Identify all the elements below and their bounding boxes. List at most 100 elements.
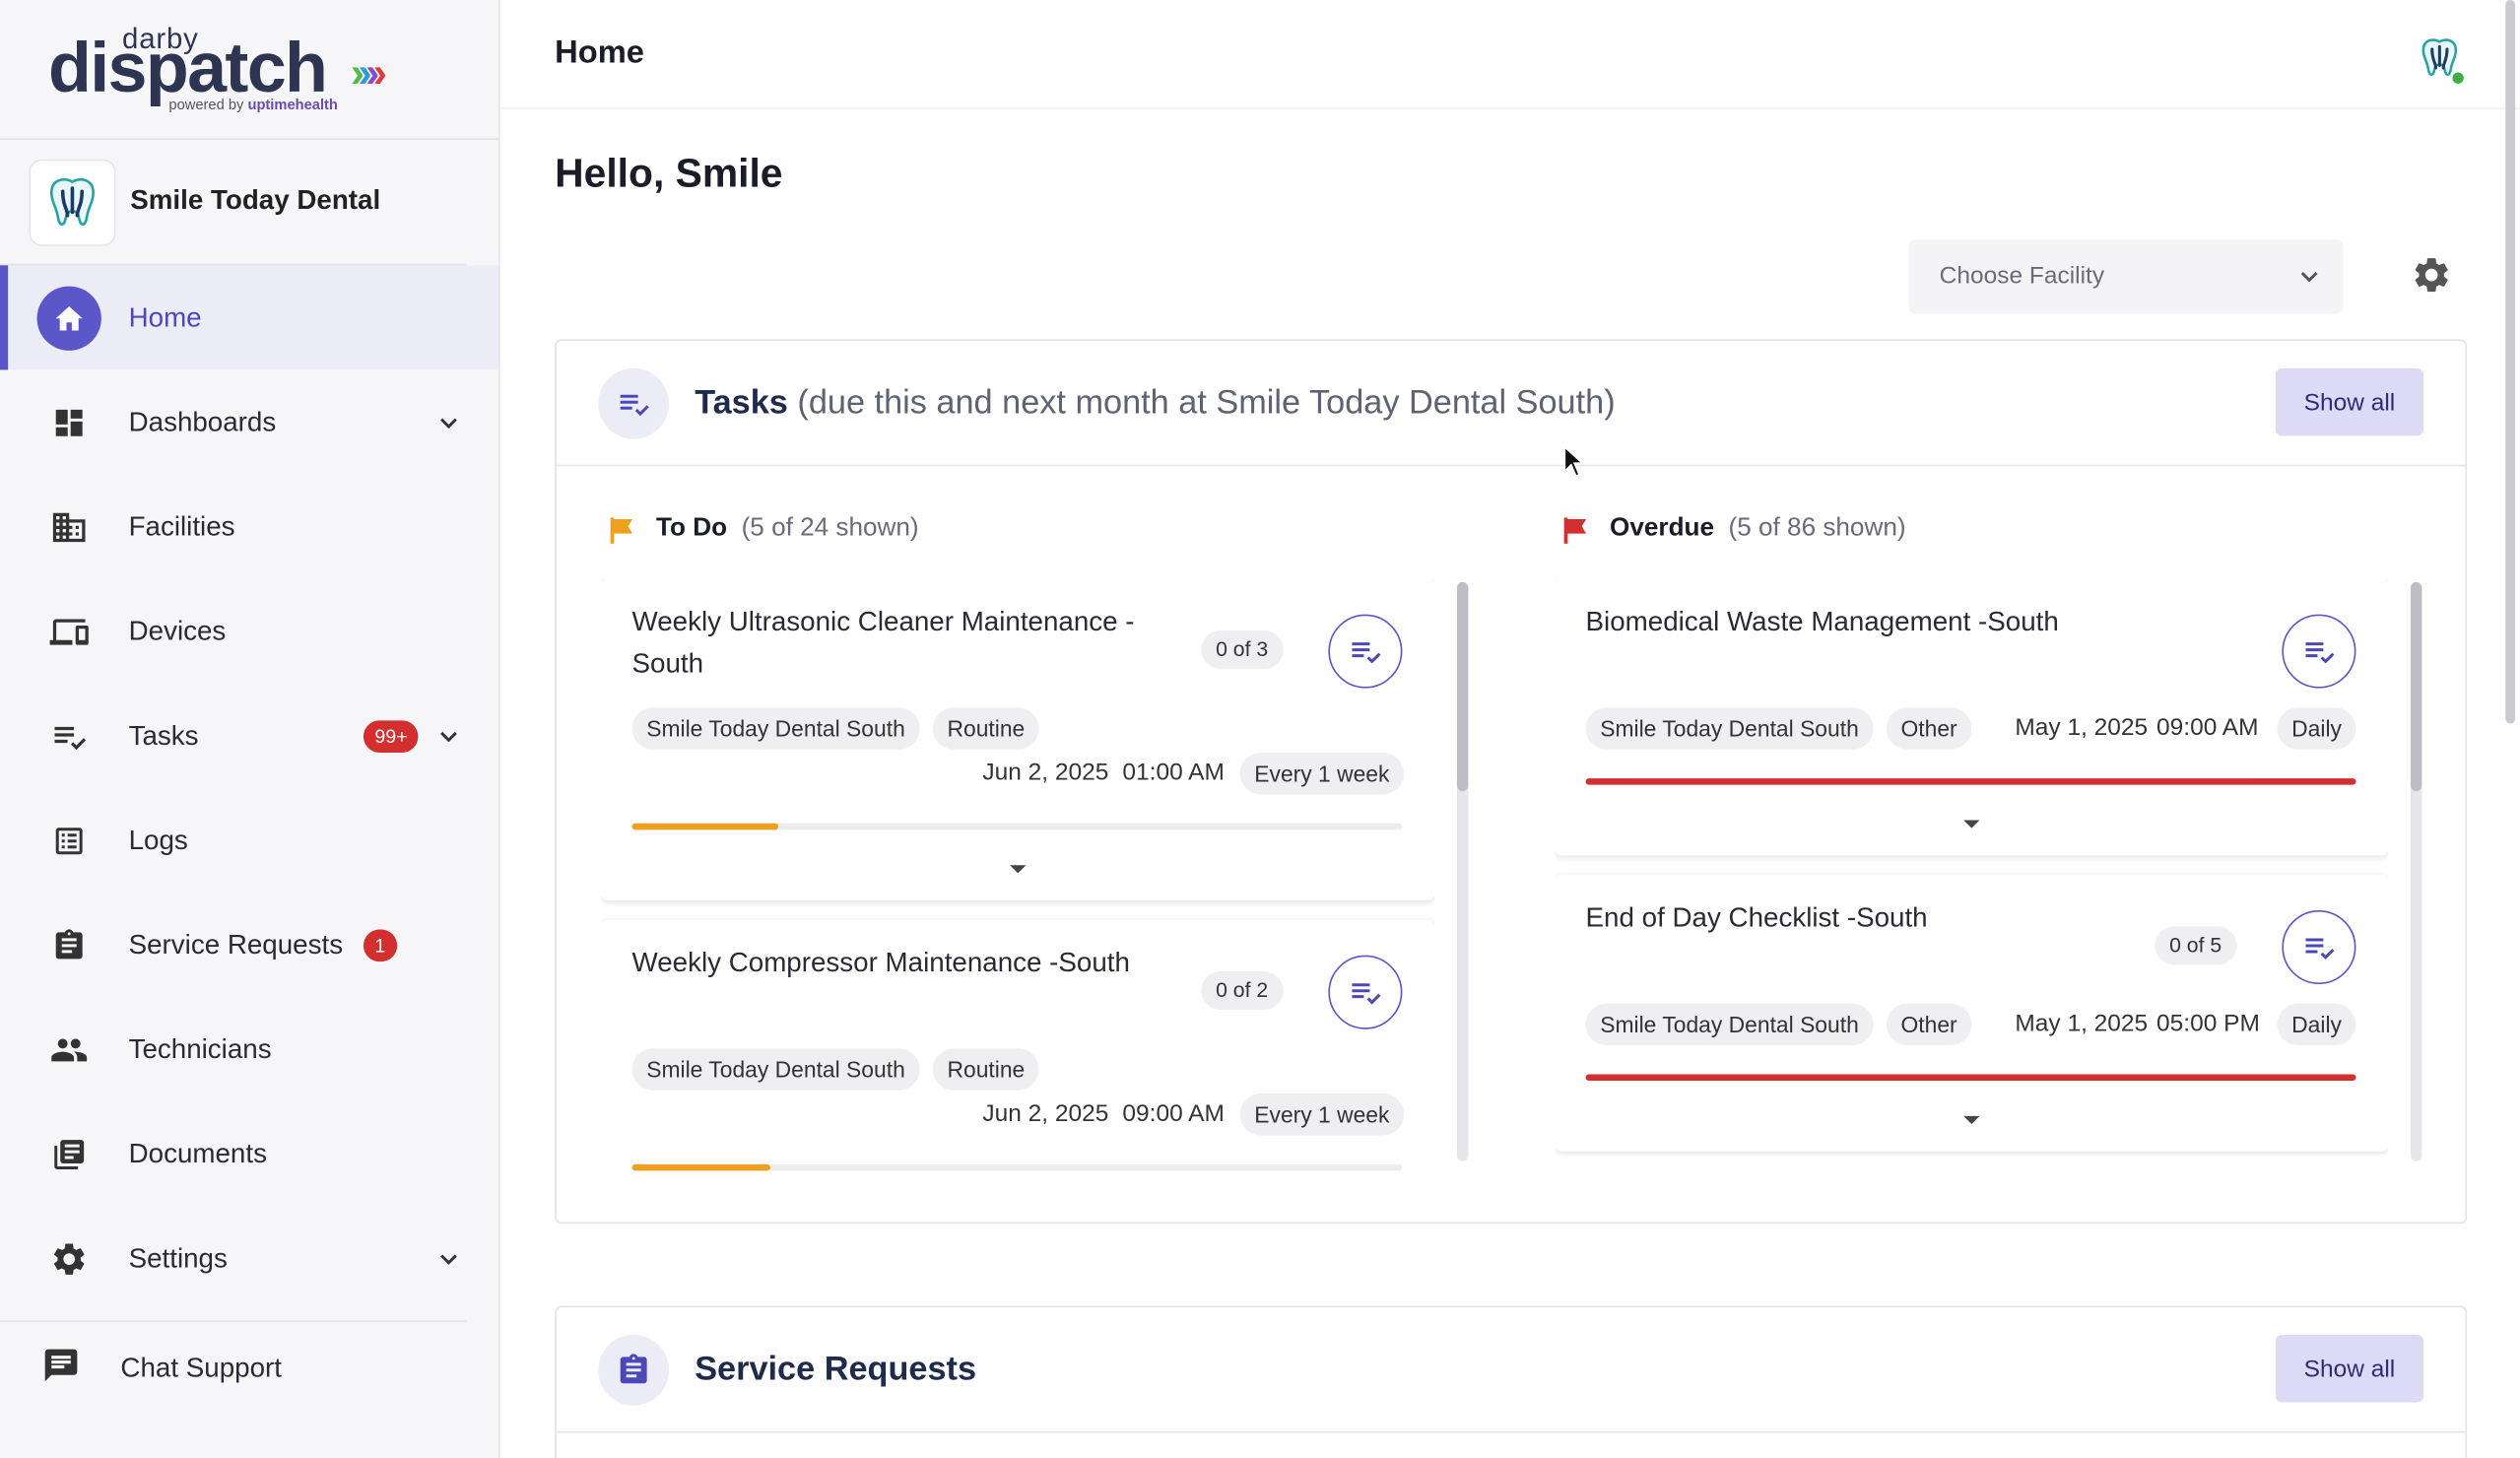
- greeting-heading: Hello, Smile: [555, 151, 783, 197]
- choose-facility-select[interactable]: Choose Facility: [1908, 239, 2344, 314]
- overdue-task-list: Biomedical Waste Management -South Smile…: [1555, 578, 2389, 1181]
- checklist-icon: [2305, 642, 2335, 664]
- chat-support-link[interactable]: Chat Support: [0, 1322, 498, 1416]
- task-progress-bar: [1585, 778, 2356, 785]
- tasks-count-badge: 99+: [363, 719, 420, 753]
- task-due-time: 09:00 AM: [2156, 713, 2259, 742]
- task-checklist-count: 0 of 3: [1201, 630, 1283, 670]
- todo-count-text: (5 of 24 shown): [741, 514, 919, 543]
- chevron-down-icon[interactable]: [434, 721, 463, 750]
- overdue-count-text: (5 of 86 shown): [1728, 514, 1906, 543]
- expand-caret-icon[interactable]: [1960, 817, 1983, 832]
- tasks-card-header: Tasks (due this and next month at Smile …: [556, 341, 2466, 467]
- service-requests-card-header: Service Requests Show all: [556, 1307, 2466, 1433]
- checklist-icon: [2305, 938, 2335, 960]
- task-frequency-chip: Daily: [2277, 707, 2356, 750]
- task-due-date: May 1, 2025: [2015, 1010, 2149, 1037]
- tasks-title-text: Tasks: [695, 384, 788, 422]
- sidebar-item-label: Service Requests: [128, 928, 344, 960]
- overdue-list-scrollbar[interactable]: [2410, 581, 2422, 1161]
- service-requests-card-title: Service Requests: [695, 1351, 976, 1389]
- task-due-time: 01:00 AM: [1122, 759, 1225, 787]
- task-name: Weekly Compressor Maintenance -South: [631, 947, 1130, 978]
- page-scrollbar[interactable]: [2505, 0, 2516, 724]
- sidebar-item-facilities[interactable]: Facilities: [0, 475, 498, 579]
- logs-icon: [48, 820, 90, 861]
- overdue-scroll-thumb[interactable]: [2410, 581, 2422, 792]
- service-requests-show-all-button[interactable]: Show all: [2275, 1334, 2424, 1403]
- task-name: Biomedical Waste Management -South: [1585, 606, 2059, 637]
- people-icon: [48, 1028, 90, 1070]
- sidebar-item-settings[interactable]: Settings: [0, 1206, 498, 1310]
- task-card[interactable]: Weekly Ultrasonic Cleaner Maintenance -S…: [601, 578, 1435, 901]
- tasks-card-title: Tasks (due this and next month at Smile …: [695, 384, 1615, 423]
- task-card[interactable]: Biomedical Waste Management -South Smile…: [1555, 578, 2389, 856]
- sidebar-item-label: Devices: [128, 615, 227, 646]
- documents-icon: [48, 1133, 90, 1174]
- powered-by-name: uptimehealth: [247, 96, 338, 113]
- clipboard-icon: [598, 1334, 670, 1406]
- task-checklist-count: 0 of 5: [2155, 926, 2236, 965]
- task-frequency-chip: Every 1 week: [1239, 1094, 1405, 1136]
- app-logo[interactable]: darby dispatch ›››› powered by uptimehea…: [0, 0, 499, 141]
- checklist-icon: [1352, 983, 1381, 1005]
- sidebar: darby dispatch ›››› powered by uptimehea…: [0, 0, 500, 1458]
- task-progress-fill: [1585, 1074, 2356, 1081]
- sidebar-item-service-requests[interactable]: Service Requests 1: [0, 893, 498, 997]
- task-progress-fill: [631, 1163, 771, 1171]
- sidebar-item-devices[interactable]: Devices: [0, 579, 498, 684]
- tasks-icon: [48, 715, 90, 757]
- sidebar-item-label: Technicians: [128, 1032, 272, 1064]
- task-facility-chip: Smile Today Dental South: [1585, 707, 1874, 750]
- task-category-chip: Routine: [932, 1048, 1039, 1091]
- sidebar-item-documents[interactable]: Documents: [0, 1101, 498, 1206]
- tasks-icon: [598, 367, 670, 439]
- task-checklist-button[interactable]: [1328, 955, 1403, 1029]
- task-progress-fill: [1585, 778, 2356, 785]
- sidebar-item-home[interactable]: Home: [0, 265, 499, 370]
- task-category-chip: Other: [1886, 1003, 1972, 1046]
- top-bar: Home: [499, 0, 2520, 110]
- expand-caret-icon[interactable]: [1960, 1113, 1983, 1129]
- dashboard-settings-gear-icon[interactable]: [2411, 254, 2452, 296]
- gear-icon: [48, 1237, 90, 1279]
- task-checklist-button[interactable]: [1328, 614, 1403, 689]
- todo-title-text: To Do: [656, 514, 728, 543]
- expand-caret-icon[interactable]: [1007, 862, 1029, 878]
- chevron-down-icon[interactable]: [434, 1244, 463, 1273]
- todo-scroll-thumb[interactable]: [1456, 581, 1469, 792]
- tasks-subtitle-text: (due this and next month at Smile Today …: [797, 384, 1616, 422]
- checklist-icon: [1352, 642, 1381, 664]
- task-checklist-button[interactable]: [2282, 909, 2356, 985]
- task-progress-bar: [1585, 1074, 2356, 1081]
- task-facility-chip: Smile Today Dental South: [1585, 1003, 1874, 1046]
- service-requests-card: Service Requests Show all: [555, 1305, 2468, 1458]
- tasks-show-all-button[interactable]: Show all: [2275, 367, 2424, 436]
- service-requests-count-badge: 1: [363, 928, 397, 961]
- task-card[interactable]: End of Day Checklist -South 0 of 5 Smile…: [1555, 875, 2389, 1152]
- todo-list-scrollbar[interactable]: [1456, 581, 1469, 1161]
- sidebar-item-logs[interactable]: Logs: [0, 788, 498, 893]
- sidebar-item-label: Settings: [128, 1242, 228, 1274]
- todo-flag-icon: [610, 517, 633, 544]
- task-checklist-button[interactable]: [2282, 614, 2356, 689]
- task-facility-chip: Smile Today Dental South: [631, 707, 920, 750]
- overdue-flag-icon: [1563, 517, 1587, 544]
- task-category-chip: Other: [1886, 707, 1972, 750]
- task-progress-fill: [631, 823, 779, 830]
- clipboard-icon: [48, 924, 90, 965]
- sidebar-item-tasks[interactable]: Tasks 99+: [0, 684, 498, 788]
- chevron-down-icon[interactable]: [434, 408, 463, 436]
- sidebar-item-dashboards[interactable]: Dashboards: [0, 369, 498, 474]
- service-requests-title-text: Service Requests: [695, 1351, 977, 1388]
- task-checklist-count: 0 of 2: [1201, 970, 1283, 1011]
- task-category-chip: Routine: [932, 707, 1039, 750]
- sidebar-item-label: Home: [128, 301, 202, 333]
- overdue-title-text: Overdue: [1610, 514, 1715, 543]
- task-card[interactable]: Weekly Compressor Maintenance -South 0 o…: [601, 919, 1435, 1181]
- task-name: Weekly Ultrasonic Cleaner Maintenance -S…: [631, 606, 1135, 679]
- sidebar-item-technicians[interactable]: Technicians: [0, 997, 498, 1101]
- organization-header[interactable]: Smile Today Dental: [0, 140, 467, 266]
- logo-arrows: ››››: [351, 48, 387, 99]
- powered-by-prefix: powered by: [168, 96, 244, 113]
